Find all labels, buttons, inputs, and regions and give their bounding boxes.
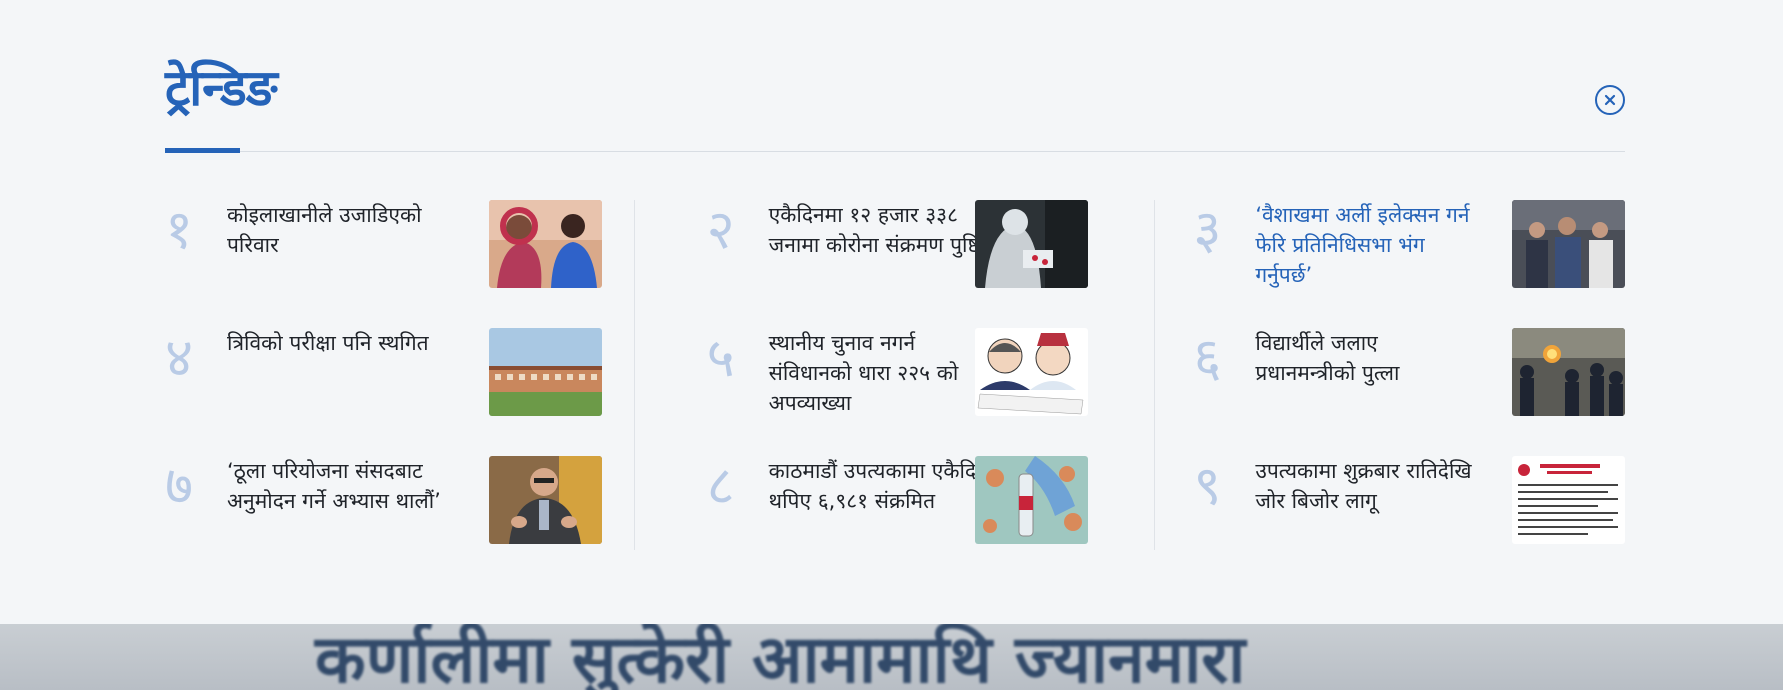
trending-panel: ट्रेन्डिङ १ कोइलाखानीले उजाडिएको परिवार: [0, 0, 1783, 624]
virus-thumbnail[interactable]: [975, 456, 1089, 544]
header-accent-bar: [165, 148, 240, 153]
trending-item[interactable]: ६ विद्यार्थीले जलाए प्रधानमन्त्रीको पुत्…: [1138, 328, 1625, 456]
trending-item[interactable]: ८ काठमाडौं उपत्यकामा एकैदिन थपिए ६,९८१ स…: [652, 456, 1139, 584]
family-thumbnail[interactable]: [488, 200, 602, 288]
notice-thumbnail[interactable]: [1511, 456, 1625, 544]
item-headline[interactable]: ‘वैशाखमा अर्ली इलेक्सन गर्न फेरि प्रतिनि…: [1255, 200, 1480, 290]
protest-thumbnail[interactable]: [1511, 328, 1625, 416]
rank-number: ६: [1193, 326, 1222, 389]
trending-item[interactable]: ९ उपत्यकामा शुक्रबार रातिदेखि जोर बिजोर …: [1138, 456, 1625, 584]
rank-number: ९: [1193, 454, 1222, 517]
background-headline: कर्णालीमा सुत्केरी आमामाथि ज्यानमारा: [315, 624, 1246, 690]
rank-number: ५: [706, 326, 735, 389]
item-headline[interactable]: उपत्यकामा शुक्रबार रातिदेखि जोर बिजोर ला…: [1255, 456, 1480, 516]
rank-number: २: [706, 198, 735, 261]
section-title: ट्रेन्डिङ: [165, 59, 278, 117]
item-headline[interactable]: काठमाडौं उपत्यकामा एकैदिन थपिए ६,९८१ संक…: [769, 456, 994, 516]
cartoon-thumbnail[interactable]: [975, 328, 1089, 416]
item-headline[interactable]: कोइलाखानीले उजाडिएको परिवार: [227, 200, 452, 260]
rank-number: ७: [165, 454, 194, 517]
interview-thumbnail[interactable]: [488, 456, 602, 544]
trending-item[interactable]: २ एकैदिनमा १२ हजार ३३८ जनामा कोरोना संक्…: [652, 200, 1139, 328]
rank-number: ४: [165, 326, 194, 389]
lab-thumbnail[interactable]: [975, 200, 1089, 288]
rank-number: ३: [1193, 198, 1222, 261]
item-headline[interactable]: स्थानीय चुनाव नगर्न संविधानको धारा २२५ क…: [769, 328, 994, 418]
rank-number: १: [165, 198, 194, 261]
item-headline[interactable]: ‘ठूला परियोजना संसदबाट अनुमोदन गर्ने अभ्…: [227, 456, 452, 516]
trending-item[interactable]: ७ ‘ठूला परियोजना संसदबाट अनुमोदन गर्ने अ…: [165, 456, 652, 584]
close-button[interactable]: [1595, 85, 1625, 115]
campus-thumbnail[interactable]: [488, 328, 602, 416]
rank-number: ८: [706, 454, 735, 517]
close-icon: [1604, 94, 1616, 106]
trending-item[interactable]: ५ स्थानीय चुनाव नगर्न संविधानको धारा २२५…: [652, 328, 1139, 456]
trending-item[interactable]: ३ ‘वैशाखमा अर्ली इलेक्सन गर्न फेरि प्रति…: [1138, 200, 1625, 328]
background-article: कर्णालीमा सुत्केरी आमामाथि ज्यानमारा: [0, 624, 1783, 690]
politicians-thumbnail[interactable]: [1511, 200, 1625, 288]
item-headline[interactable]: विद्यार्थीले जलाए प्रधानमन्त्रीको पुत्ला: [1255, 328, 1480, 388]
item-headline[interactable]: एकैदिनमा १२ हजार ३३८ जनामा कोरोना संक्रम…: [769, 200, 994, 260]
header-divider: [165, 151, 1625, 152]
trending-item[interactable]: ४ त्रिविको परीक्षा पनि स्थगित: [165, 328, 652, 456]
trending-header: ट्रेन्डिङ: [165, 58, 1625, 153]
trending-item[interactable]: १ कोइलाखानीले उजाडिएको परिवार: [165, 200, 652, 328]
item-headline[interactable]: त्रिविको परीक्षा पनि स्थगित: [227, 328, 452, 358]
trending-list: १ कोइलाखानीले उजाडिएको परिवार २ एकैदिनमा…: [165, 200, 1625, 550]
